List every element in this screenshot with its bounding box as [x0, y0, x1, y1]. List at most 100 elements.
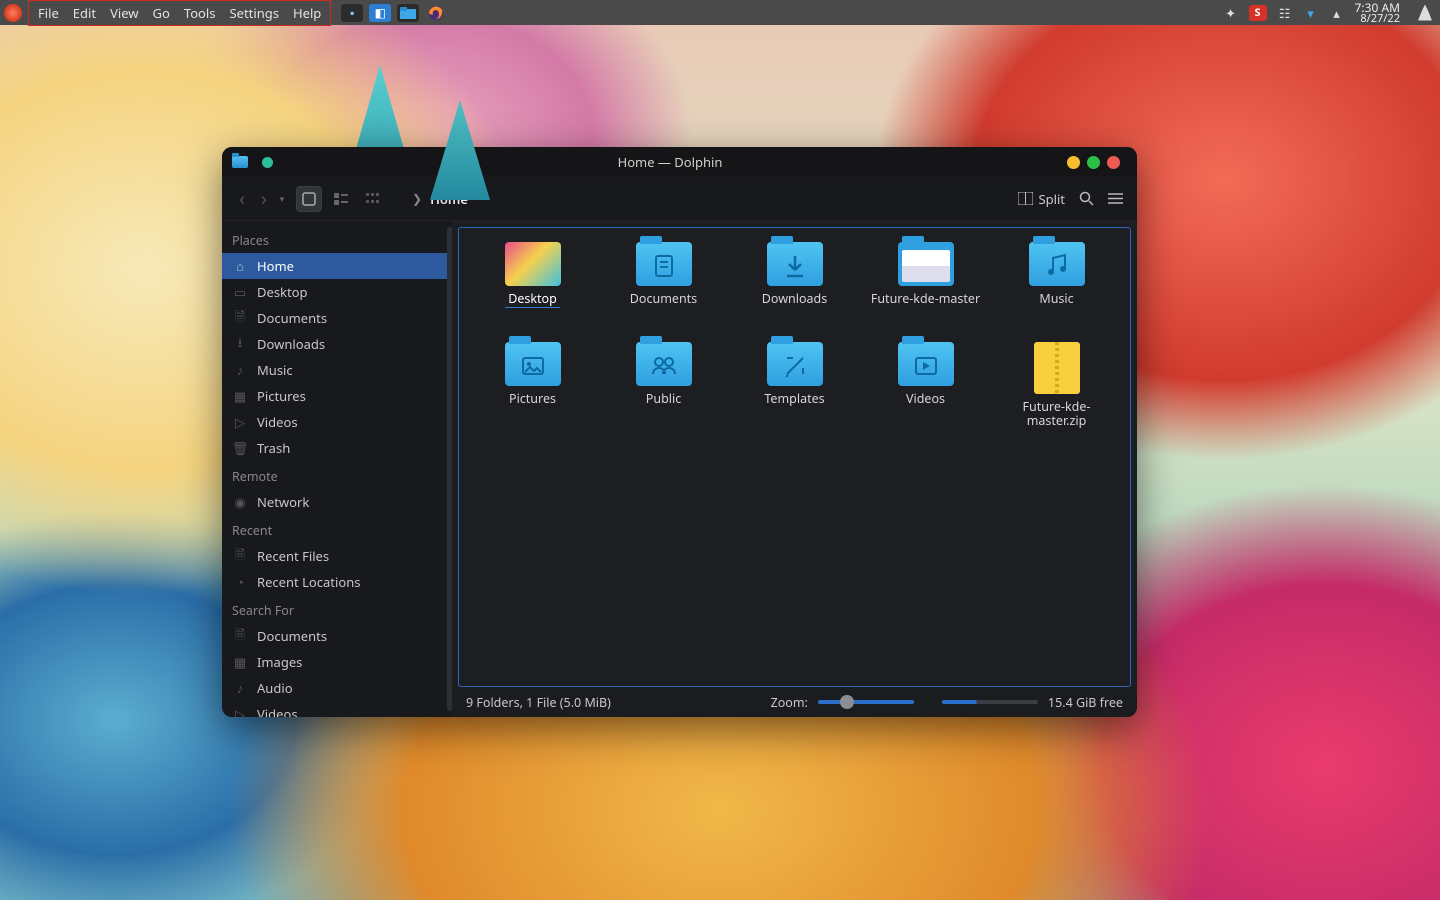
sidebar-item-label: Trash — [257, 439, 290, 457]
file-label: Videos — [903, 391, 948, 407]
panel-clock[interactable]: 7:30 AM 8/27/22 — [1355, 2, 1400, 24]
sidebar-item-recent-locations[interactable]: ◔Recent Locations — [222, 569, 452, 595]
view-icons-button[interactable] — [296, 186, 322, 212]
folder-icon — [636, 342, 692, 386]
sidebar-item-label: Documents — [257, 627, 327, 645]
task-icon-files[interactable] — [397, 4, 419, 22]
toolbar: ‹ › ▾ ❯ Home — [222, 177, 1137, 221]
file-item-desktop[interactable]: Desktop — [467, 242, 598, 338]
tray-chevron-icon[interactable]: ▴ — [1329, 5, 1345, 21]
sidebar-scrollbar[interactable] — [447, 227, 452, 711]
sidebar-item-icon: ▦ — [232, 388, 248, 404]
sidebar-item-documents[interactable]: 🗎Documents — [222, 305, 452, 331]
sidebar-item-videos[interactable]: ▷Videos — [222, 409, 452, 435]
app-launcher-icon[interactable] — [4, 4, 22, 22]
sidebar-item-icon: ♪ — [232, 680, 248, 696]
split-view-button[interactable]: Split — [1018, 190, 1065, 208]
user-icon[interactable] — [1418, 5, 1432, 21]
nav-back-button[interactable]: ‹ — [232, 187, 252, 211]
sidebar-item-pictures[interactable]: ▦ Pictures — [222, 383, 452, 409]
sidebar-item-music[interactable]: ♪Music — [222, 357, 452, 383]
window-titlebar[interactable]: Home — Dolphin — [222, 147, 1137, 177]
menu-view[interactable]: View — [103, 2, 145, 24]
view-compact-button[interactable] — [328, 186, 354, 212]
file-item-documents[interactable]: Documents — [598, 242, 729, 338]
sidebar-item-label: Home — [257, 257, 294, 275]
folder-icon — [898, 342, 954, 386]
nav-forward-button[interactable]: › — [254, 187, 274, 211]
sidebar-item-downloads[interactable]: ⭳Downloads — [222, 331, 452, 357]
file-label: Pictures — [506, 391, 559, 407]
menu-settings[interactable]: Settings — [223, 2, 286, 24]
file-label: Downloads — [759, 291, 830, 307]
menu-help[interactable]: Help — [286, 2, 328, 24]
file-label: Desktop — [505, 291, 560, 308]
zoom-slider[interactable] — [818, 700, 914, 704]
tray-icon-updates[interactable]: ✦ — [1223, 5, 1239, 21]
task-icon-terminal[interactable]: ▪ — [341, 4, 363, 22]
tray-icon-volume[interactable]: ▾ — [1303, 5, 1319, 21]
menu-tools[interactable]: Tools — [177, 2, 223, 24]
menu-edit[interactable]: Edit — [66, 2, 103, 24]
menu-go[interactable]: Go — [146, 2, 177, 24]
file-item-future-kde-master-zip[interactable]: Future-kde-master.zip — [991, 342, 1122, 438]
task-icon-firefox[interactable] — [425, 4, 447, 22]
file-item-future-kde-master[interactable]: Future-kde-master — [860, 242, 991, 338]
breadcrumb-current[interactable]: Home — [430, 190, 468, 208]
archive-icon — [1034, 342, 1080, 394]
sidebar-heading-remote: Remote — [222, 461, 452, 489]
sidebar-item-recent-files[interactable]: 🗎Recent Files — [222, 543, 452, 569]
hamburger-menu-button[interactable] — [1108, 192, 1123, 205]
file-item-downloads[interactable]: Downloads — [729, 242, 860, 338]
nav-history-dropdown[interactable]: ▾ — [276, 187, 288, 211]
sidebar-item-audio[interactable]: ♪Audio — [222, 675, 452, 701]
sidebar-item-icon: ▭ — [232, 284, 248, 300]
sidebar-item-label: Recent Files — [257, 547, 329, 565]
folder-icon — [505, 342, 561, 386]
file-label: Future-kde-master.zip — [997, 399, 1117, 429]
file-label: Music — [1036, 291, 1076, 307]
zoom-label: Zoom: — [771, 694, 808, 711]
file-item-music[interactable]: Music — [991, 242, 1122, 338]
sidebar-item-documents[interactable]: 🗎 Documents — [222, 623, 452, 649]
sidebar-item-home[interactable]: ⌂Home — [222, 253, 452, 279]
sidebar-item-label: Network — [257, 493, 309, 511]
desktop-wallpaper: FileEditViewGoToolsSettingsHelp ▪ ◧ ✦ S … — [0, 0, 1440, 900]
window-title: Home — Dolphin — [273, 153, 1067, 171]
sidebar-item-icon: 🗑 — [232, 440, 248, 456]
sidebar-item-icon: 🗎 — [232, 628, 248, 644]
free-space-label: 15.4 GiB free — [1048, 694, 1123, 711]
tray-icon-network[interactable]: ☷ — [1277, 5, 1293, 21]
sidebar-heading-places: Places — [222, 225, 452, 253]
tray-icon-s[interactable]: S — [1249, 5, 1267, 21]
sidebar-item-label: Pictures — [257, 387, 306, 405]
file-item-templates[interactable]: Templates — [729, 342, 860, 438]
sidebar-item-trash[interactable]: 🗑 Trash — [222, 435, 452, 461]
sidebar-item-label: Videos — [257, 705, 298, 717]
status-summary: 9 Folders, 1 File (5.0 MiB) — [466, 694, 611, 711]
view-details-button[interactable] — [360, 186, 386, 212]
file-item-public[interactable]: Public — [598, 342, 729, 438]
sidebar-item-network[interactable]: ◉Network — [222, 489, 452, 515]
sidebar-item-icon: ▷ — [232, 706, 248, 717]
window-maximize-button[interactable] — [1087, 156, 1100, 169]
main-view: Desktop Documents Downloads Future-kde-mast… — [452, 221, 1137, 717]
sidebar-item-icon: ▷ — [232, 414, 248, 430]
file-item-pictures[interactable]: Pictures — [467, 342, 598, 438]
window-minimize-button[interactable] — [1067, 156, 1080, 169]
sidebar-item-desktop[interactable]: ▭Desktop — [222, 279, 452, 305]
file-grid[interactable]: Desktop Documents Downloads Future-kde-mast… — [458, 227, 1131, 687]
sidebar-item-videos[interactable]: ▷ Videos — [222, 701, 452, 717]
file-item-videos[interactable]: Videos — [860, 342, 991, 438]
file-label: Documents — [627, 291, 700, 307]
places-sidebar[interactable]: Places⌂Home▭Desktop🗎Documents⭳Downloads♪… — [222, 221, 452, 717]
folder-icon — [767, 342, 823, 386]
breadcrumb[interactable]: ❯ Home — [412, 190, 1018, 208]
task-icon-app[interactable]: ◧ — [369, 4, 391, 22]
window-close-button[interactable] — [1107, 156, 1120, 169]
sidebar-item-label: Downloads — [257, 335, 325, 353]
split-label: Split — [1038, 190, 1065, 208]
sidebar-item-images[interactable]: ▦Images — [222, 649, 452, 675]
menu-file[interactable]: File — [31, 2, 66, 24]
search-button[interactable] — [1079, 191, 1094, 206]
